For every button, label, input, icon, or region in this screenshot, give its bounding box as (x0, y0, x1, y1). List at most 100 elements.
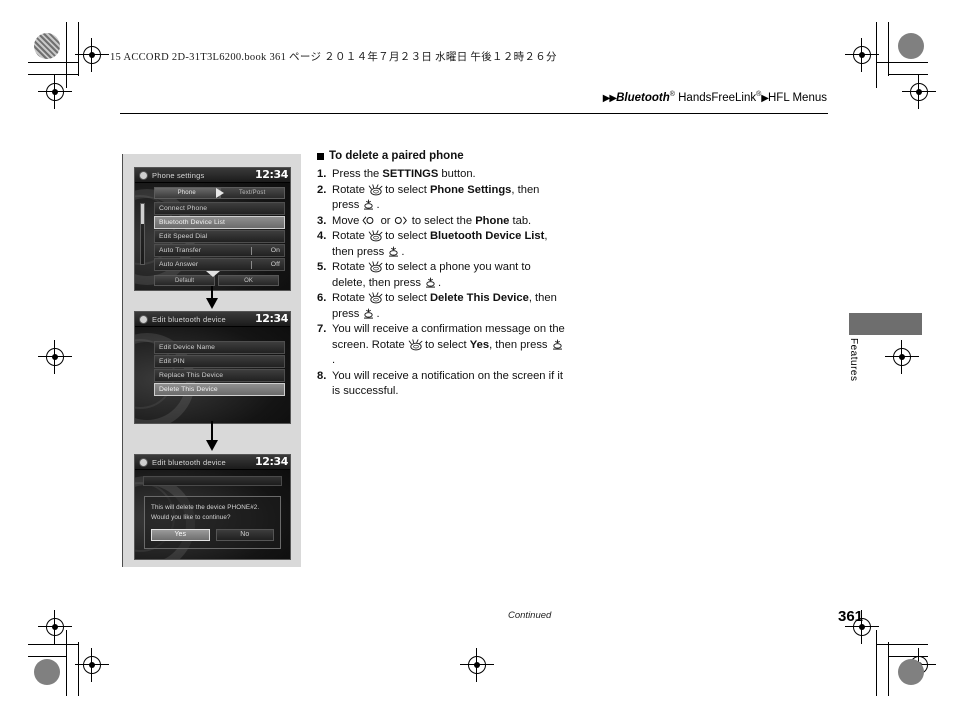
list-item[interactable]: Edit Device Name (154, 341, 285, 354)
no-button[interactable]: No (215, 528, 274, 541)
crop-line (28, 62, 79, 63)
color-bar-dot (34, 33, 60, 59)
step-number: 4. (317, 230, 327, 242)
list-item[interactable]: Edit PIN (154, 355, 285, 368)
breadcrumb-arrow-icon: ▶▶ (602, 92, 617, 104)
step-number: 2. (317, 183, 327, 196)
press-knob-icon (424, 277, 438, 288)
step-number: 8. (317, 369, 327, 382)
step-emphasis: Phone (475, 214, 510, 227)
dialog-message-line1: This will delete the device PHONE#2. (151, 504, 260, 511)
crop-line (876, 62, 928, 63)
crop-line (888, 642, 889, 696)
color-bar-dot (34, 659, 60, 685)
dialog-button-row: Yes No (151, 528, 274, 541)
list-item[interactable]: Edit Speed Dial (154, 230, 285, 243)
step-text: Rotate (332, 230, 369, 242)
section-heading: To delete a paired phone (317, 150, 567, 162)
settings-list: Connect Phone Bluetooth Device List Edit… (154, 202, 285, 271)
ok-button[interactable]: OK (218, 275, 279, 286)
tab-phone[interactable]: Phone (154, 187, 220, 199)
list-item-bluetooth-device-list[interactable]: Bluetooth Device List (154, 216, 285, 229)
gear-icon (140, 171, 147, 179)
press-knob-icon (551, 339, 565, 350)
registered-trademark-icon: ® (669, 91, 675, 98)
screen-title-bar: Edit bluetooth device 12:34 (135, 312, 290, 327)
list-item[interactable]: Auto Transfer On (154, 244, 285, 257)
screen-title: Phone settings (152, 170, 205, 180)
step-text: to select (382, 230, 430, 242)
list-item-label: Auto Answer (159, 261, 199, 268)
list-item-label: Connect Phone (159, 205, 208, 212)
breadcrumb-arrow-icon: ▶ (761, 92, 769, 104)
rotary-knob-icon (368, 183, 383, 195)
scrollbar-thumb[interactable] (141, 204, 144, 225)
step-number: 7. (317, 323, 327, 335)
step-emphasis: Bluetooth Device List (429, 230, 545, 242)
press-knob-icon (362, 308, 376, 319)
print-header-text: 15 ACCORD 2D-31T3L6200.book 361 ページ ２０１４… (110, 52, 557, 63)
rotary-knob-icon (368, 292, 383, 304)
tab-row: Phone Text/Post (154, 187, 285, 199)
step-number: 5. (317, 261, 327, 273)
breadcrumb: ▶▶Bluetooth® HandsFreeLink®▶HFL Menus (603, 91, 827, 104)
gear-icon (140, 315, 147, 323)
empty-bar (143, 476, 282, 486)
registration-mark (460, 648, 494, 682)
scrollbar[interactable] (140, 203, 145, 265)
step-text: to select (382, 292, 430, 304)
crop-line (888, 22, 889, 76)
list-item-value: Off (270, 261, 280, 268)
manual-page: 15 ACCORD 2D-31T3L6200.book 361 ページ ２０１４… (0, 0, 954, 718)
list-item[interactable]: Auto Answer Off (154, 258, 285, 271)
rotary-knob-icon (408, 338, 423, 350)
list-item[interactable]: Connect Phone (154, 202, 285, 215)
screen-body: Edit Device Name Edit PIN Replace This D… (135, 327, 290, 423)
list-item[interactable]: Replace This Device (154, 369, 285, 382)
press-knob-icon (362, 199, 376, 210)
step-item: 1. Press the SETTINGS button. (317, 167, 567, 183)
step-item: 8. You will receive a notification on the… (317, 369, 567, 400)
step-emphasis: SETTINGS (382, 168, 439, 180)
left-arrow-icon (362, 215, 377, 226)
confirmation-dialog: This will delete the device PHONE#2. Wou… (144, 496, 281, 549)
step-number: 3. (317, 214, 327, 227)
list-item-label: Delete This Device (159, 386, 218, 393)
clock: 12:34 (254, 168, 288, 181)
breadcrumb-item-hfl-menus: HFL Menus (767, 91, 827, 104)
step-text: or (377, 214, 394, 227)
step-item: 3. Move or to select the Phone tab. (317, 214, 567, 230)
list-item-value: On (270, 247, 280, 254)
step-item: 4. Rotate to select Bluetooth Device List… (317, 229, 567, 260)
scroll-down-icon[interactable] (205, 271, 220, 277)
registration-mark (885, 340, 919, 374)
step-text: , then press (489, 338, 551, 351)
step-item: 6. Rotate to select Delete This Device, t… (317, 291, 567, 322)
step-text: to select (382, 183, 430, 196)
crop-line (876, 644, 928, 645)
screen-title: Edit bluetooth device (152, 314, 226, 324)
tab-text-post[interactable]: Text/Post (219, 187, 285, 199)
clock: 12:34 (254, 455, 288, 468)
step-emphasis: Phone Settings (429, 183, 512, 196)
section-thumb-tab (849, 313, 922, 335)
registration-mark (38, 610, 72, 644)
step-item: 7. You will receive a confirmation messag… (317, 322, 567, 369)
bullet-square-icon (317, 152, 324, 160)
step-text: Rotate (332, 183, 369, 196)
step-text: Press the (332, 168, 383, 180)
edit-device-list: Edit Device Name Edit PIN Replace This D… (154, 341, 285, 396)
registration-mark (38, 75, 72, 109)
step-text: . (438, 276, 442, 289)
list-item-delete-this-device[interactable]: Delete This Device (154, 383, 285, 396)
instructions-column: To delete a paired phone 1. Press the SET… (317, 150, 567, 400)
crop-line (28, 656, 67, 657)
screen-title: Edit bluetooth device (152, 457, 226, 467)
registration-mark (845, 38, 879, 72)
navi-screen-delete-confirmation: Edit bluetooth device 12:34 This will de… (134, 454, 291, 560)
step-text: to select (421, 338, 470, 351)
right-arrow-icon (394, 215, 409, 226)
color-bar-dot (898, 33, 924, 59)
breadcrumb-item-bluetooth: Bluetooth (616, 91, 670, 104)
yes-button[interactable]: Yes (151, 528, 210, 541)
